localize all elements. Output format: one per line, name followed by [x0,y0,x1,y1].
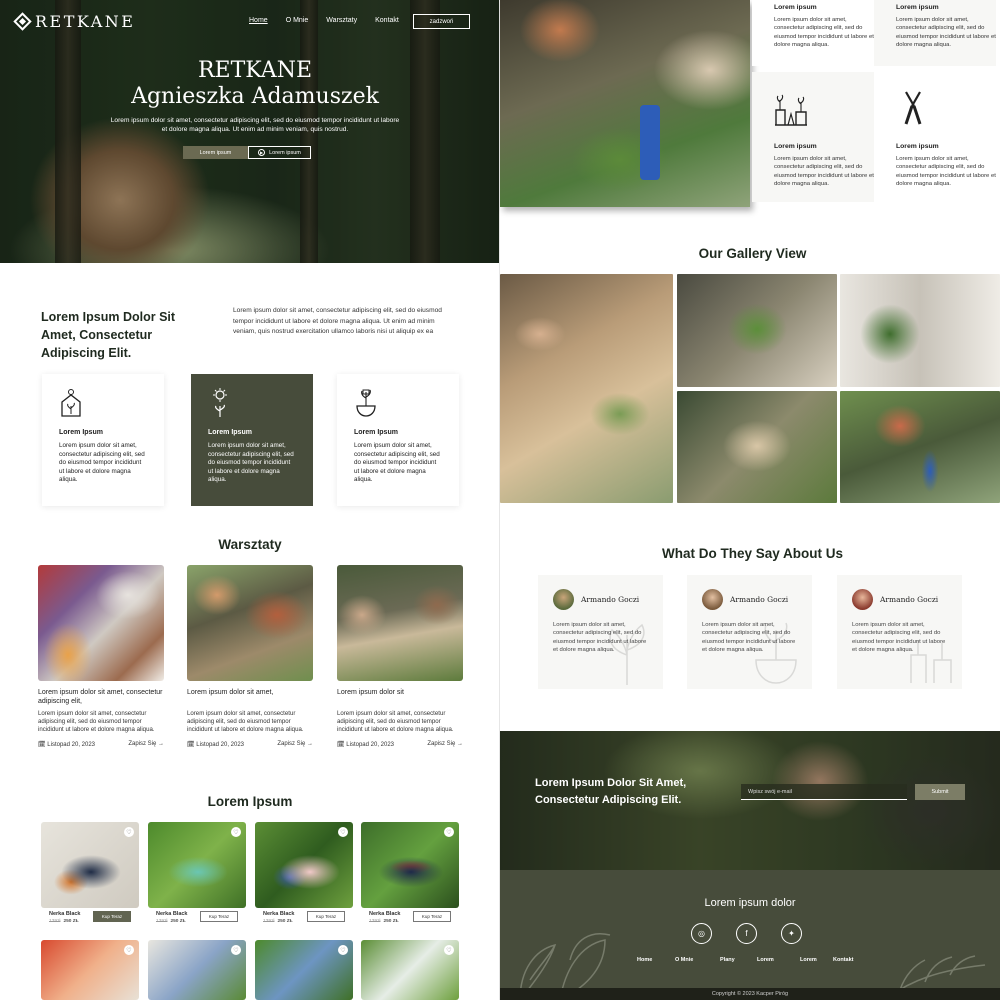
footer-nav-plany[interactable]: Plany [720,957,735,963]
workshop-image [337,565,463,681]
product-image: ♡ [361,822,459,908]
heart-icon[interactable]: ♡ [338,945,348,955]
workshop-photo [500,0,750,207]
logo-icon [13,12,32,31]
workshop-date: 🗓 Listopad 20, 2023 [337,741,395,748]
hero-title: RETKANE Agnieszka Adamuszek [131,58,379,109]
shop-title: Lorem Ipsum [207,794,293,809]
product-card[interactable]: ♡ Nerka Black 139zł 250 ZŁ Kup Teraz [41,822,139,924]
email-input[interactable]: Wpisz swój e-mail [741,784,907,800]
twitter-icon[interactable]: ✦ [781,923,802,944]
hero-description: Lorem ipsum dolor sit amet, consectetur … [110,117,400,133]
hero-play-button[interactable]: ▶ Lorem ipsum [248,146,311,159]
heart-icon[interactable]: ♡ [444,827,454,837]
workshop-image [187,565,313,681]
signup-link[interactable]: Zapisz Się → [277,741,313,748]
gallery-image[interactable] [677,391,837,503]
testimonial-card: Armando Goczi Lorem ipsum dolor sit amet… [837,575,962,689]
service-tile: Lorem ipsum Lorem ipsum dolor sit amet, … [874,0,996,66]
nav-o-mnie[interactable]: O Mnie [286,17,309,24]
about-text: Lorem ipsum dolor sit amet, consectetur … [233,307,442,335]
workshop-card[interactable]: Lorem ipsum dolor sit amet, Lorem ipsum … [187,565,313,748]
avatar [702,589,723,610]
signup-link[interactable]: Zapisz Się → [427,741,463,748]
copyright: Copyright © 2023 Kacper Piróg [500,988,1000,1000]
gallery-title: Our Gallery View [698,246,807,261]
product-image[interactable]: ♡ [255,940,353,1000]
product-image: ♡ [255,822,353,908]
monstera-leaf-icon [519,933,611,1000]
footer-nav-o-mnie[interactable]: O Mnie [675,957,693,963]
workshop-image [38,565,164,681]
product-card[interactable]: ♡ Nerka Black 139zł 250 ZŁ Kup Teraz [255,822,353,924]
about-title: Lorem Ipsum Dolor Sit Amet, Consectetur … [41,310,176,360]
footer-title: Lorem ipsum dolor [704,897,796,909]
product-image[interactable]: ♡ [148,940,246,1000]
instagram-icon[interactable]: ◎ [691,923,712,944]
footer-nav-lorem-2[interactable]: Lorem [800,957,817,963]
service-tile: Lorem ipsum Lorem ipsum dolor sit amet, … [752,72,874,202]
feature-card-active: Lorem Ipsum Lorem ipsum dolor sit amet, … [191,374,313,506]
plant-pot-icon [356,389,376,417]
nav-warsztaty[interactable]: Warsztaty [326,17,357,24]
workshop-date: 🗓 Listopad 20, 2023 [38,741,96,748]
heart-icon[interactable]: ♡ [231,945,241,955]
service-tile: Lorem ipsum Lorem ipsum dolor sit amet, … [752,0,874,66]
heart-icon[interactable]: ♡ [338,827,348,837]
facebook-icon[interactable]: f [736,923,757,944]
avatar [553,589,574,610]
testimonial-card: Armando Goczi Lorem ipsum dolor sit amet… [687,575,812,689]
heart-icon[interactable]: ♡ [124,945,134,955]
heart-icon[interactable]: ♡ [444,945,454,955]
call-button[interactable]: zadzwoń [413,14,470,29]
product-image: ♡ [148,822,246,908]
testimonials-title: What Do They Say About Us [661,546,843,561]
buy-button[interactable]: Kup Teraz [307,911,345,922]
product-image[interactable]: ♡ [361,940,459,1000]
testimonial-card: Armando Goczi Lorem ipsum dolor sit amet… [538,575,663,689]
gallery-image[interactable] [500,274,673,503]
nav-home[interactable]: Home [249,17,268,24]
workshops-title: Warsztaty [218,537,282,552]
feature-card: Lorem Ipsum Lorem ipsum dolor sit amet, … [42,374,164,506]
nav-kontakt[interactable]: Kontakt [375,17,399,24]
buy-button[interactable]: Kup Teraz [200,911,238,922]
buy-button[interactable]: Kup Teraz [413,911,451,922]
sun-sprout-icon [213,388,227,417]
gallery-image[interactable] [840,274,1000,387]
footer-nav-home[interactable]: Home [637,957,652,963]
product-card[interactable]: ♡ Nerka Black 139zł 250 ZŁ Kup Teraz [361,822,459,924]
chemistry-plants-icon [775,94,807,126]
avatar [852,589,873,610]
workshop-card[interactable]: Lorem ipsum dolor sit amet, consectetur … [38,565,164,748]
pruning-shears-icon [904,91,922,125]
product-card[interactable]: ♡ Nerka Black 139zł 250 ZŁ Kup Teraz [148,822,246,924]
logo[interactable]: RETKANE [13,12,135,31]
gallery-image[interactable] [840,391,1000,503]
heart-icon[interactable]: ♡ [124,827,134,837]
submit-button[interactable]: Submit [915,784,965,800]
feature-card: Lorem Ipsum Lorem ipsum dolor sit amet, … [337,374,459,506]
buy-button[interactable]: Kup Teraz [93,911,131,922]
product-image: ♡ [41,822,139,908]
product-image[interactable]: ♡ [41,940,139,1000]
gallery-image[interactable] [677,274,837,387]
service-tile: Lorem ipsum Lorem ipsum dolor sit amet, … [874,72,996,202]
house-sprout-icon [61,389,81,417]
hero-primary-button[interactable]: Lorem ipsum [183,146,248,159]
heart-icon[interactable]: ♡ [231,827,241,837]
newsletter-title: Lorem Ipsum Dolor Sit Amet, Consectetur … [535,777,687,806]
footer-nav-kontakt[interactable]: Kontakt [833,957,853,963]
workshop-date: 🗓 Listopad 20, 2023 [187,741,245,748]
signup-link[interactable]: Zapisz Się → [128,741,164,748]
workshop-card[interactable]: Lorem ipsum dolor sit Lorem ipsum dolor … [337,565,463,748]
play-icon: ▶ [258,149,266,156]
footer-nav-lorem[interactable]: Lorem [757,957,774,963]
main-nav: Home O Mnie Warsztaty Kontakt [249,17,399,24]
